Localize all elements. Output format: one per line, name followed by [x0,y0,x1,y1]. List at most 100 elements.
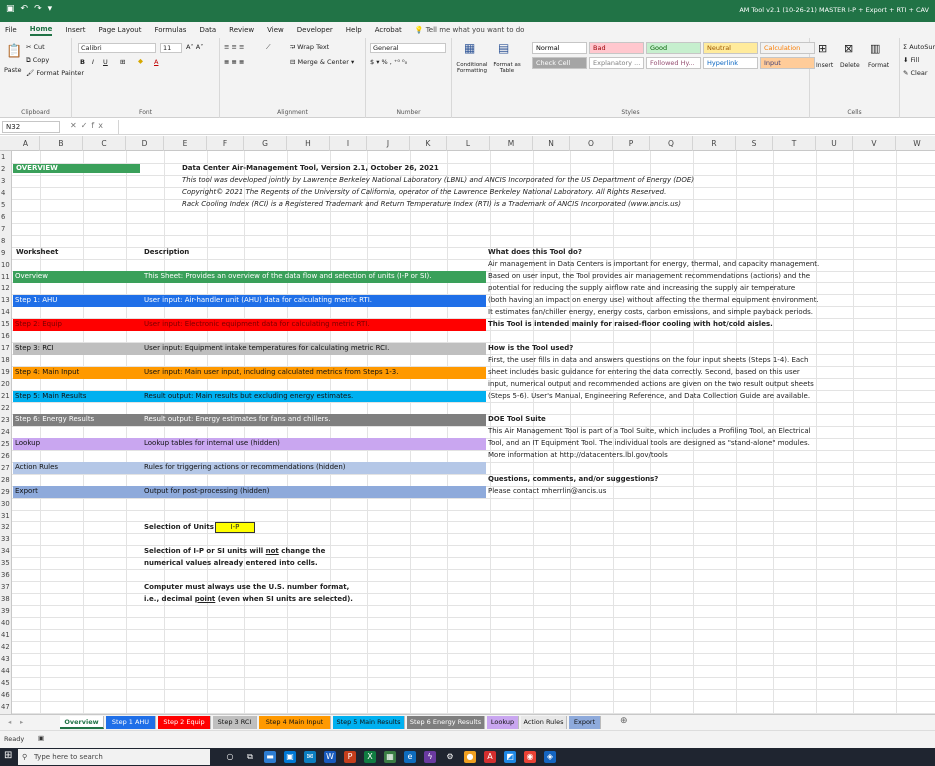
row-header-15[interactable]: 15 [0,320,12,332]
ribbon-tab-developer[interactable]: Developer [297,26,333,34]
row-header-5[interactable]: 5 [0,201,12,213]
cell-style-good[interactable]: Good [646,42,701,54]
insert-button[interactable]: Insert [816,62,833,69]
row-header-3[interactable]: 3 [0,177,12,189]
column-header-h[interactable]: H [287,136,330,151]
sheet-tab-step-2-equip[interactable]: Step 2 Equip [158,716,211,729]
fill-color-icon[interactable]: ◆ [138,57,143,65]
ribbon-tab-page-layout[interactable]: Page Layout [99,26,142,34]
scroll-tabs-right-icon[interactable]: ▸ [20,718,23,726]
grow-font-icon[interactable]: A˄ A˅ [186,43,203,51]
column-header-i[interactable]: I [330,136,367,151]
scroll-tabs-left-icon[interactable]: ◂ [8,718,11,726]
borders-icon[interactable]: ⊞ [120,58,125,66]
cell-style-followed-hy[interactable]: Followed Hy... [646,57,701,69]
chrome-icon[interactable]: ◉ [524,751,536,763]
row-header-23[interactable]: 23 [0,416,12,428]
mail-icon[interactable]: ✉ [304,751,316,763]
row-header-32[interactable]: 32 [0,523,12,535]
row-header-40[interactable]: 40 [0,619,12,631]
paste-button[interactable]: Paste [4,66,22,74]
name-box[interactable]: N32 [2,121,60,133]
customize-qat-icon[interactable]: ▾ [48,4,53,14]
column-header-t[interactable]: T [773,136,816,151]
ribbon-tab-formulas[interactable]: Formulas [154,26,186,34]
row-header-29[interactable]: 29 [0,488,12,500]
word-icon[interactable]: W [324,751,336,763]
column-header-n[interactable]: N [533,136,570,151]
row-header-39[interactable]: 39 [0,607,12,619]
column-header-b[interactable]: B [40,136,83,151]
column-header-o[interactable]: O [570,136,613,151]
font-name-select[interactable]: Calibri [78,43,156,53]
row-header-18[interactable]: 18 [0,356,12,368]
column-header-a[interactable]: A [12,136,40,151]
sheet-tab-step-5-main-results[interactable]: Step 5 Main Results [333,716,405,729]
row-header-21[interactable]: 21 [0,392,12,404]
paste-icon[interactable]: 📋 [6,44,22,59]
row-header-6[interactable]: 6 [0,213,12,225]
sheet-tab-lookup[interactable]: Lookup [487,716,519,729]
row-header-28[interactable]: 28 [0,476,12,488]
column-header-f[interactable]: F [207,136,244,151]
sheet-tab-step-3-rci[interactable]: Step 3 RCI [213,716,257,729]
merge-center-button[interactable]: ⊟ Merge & Center ▾ [290,58,354,66]
column-header-m[interactable]: M [490,136,533,151]
row-header-26[interactable]: 26 [0,452,12,464]
row-header-33[interactable]: 33 [0,535,12,547]
row-header-43[interactable]: 43 [0,655,12,667]
ribbon-tab-home[interactable]: Home [29,25,53,36]
row-header-2[interactable]: 2 [0,165,12,177]
powerpoint-icon[interactable]: P [344,751,356,763]
row-header-34[interactable]: 34 [0,547,12,559]
cortana-icon[interactable]: ○ [224,751,236,763]
enter-icon[interactable]: ✓ [81,121,92,130]
column-header-k[interactable]: K [410,136,447,151]
ribbon-tab-file[interactable]: File [5,26,17,34]
orientation-icon[interactable]: ⟋ [266,43,271,52]
row-header-19[interactable]: 19 [0,368,12,380]
row-header-45[interactable]: 45 [0,679,12,691]
column-header-s[interactable]: S [736,136,773,151]
conditional-formatting-icon[interactable]: ▦ [464,41,475,55]
excel-icon[interactable]: X [364,751,376,763]
align-left-icon[interactable]: ≣ ≣ ≣ [224,58,244,66]
undo-icon[interactable]: ↶ [21,4,29,14]
conditional-formatting-button[interactable]: Conditional Formatting [454,62,490,74]
column-header-d[interactable]: D [126,136,164,151]
number-format-select[interactable]: General [370,43,446,53]
italic-button[interactable]: I [92,58,94,66]
row-header-16[interactable]: 16 [0,332,12,344]
row-header-7[interactable]: 7 [0,225,12,237]
row-header-30[interactable]: 30 [0,500,12,512]
app-icon-orange[interactable]: ● [464,751,476,763]
row-header-14[interactable]: 14 [0,308,12,320]
ribbon-tab-view[interactable]: View [267,26,284,34]
tell-me-box[interactable]: 💡 Tell me what you want to do [415,26,525,34]
format-as-table-button[interactable]: Format as Table [490,62,524,74]
autosum-button[interactable]: Σ AutoSum [903,43,935,51]
row-header-47[interactable]: 47 [0,703,12,714]
accounting-format-icon[interactable]: $ ▾ % , ⁺⁰ ⁰₀ [370,58,407,66]
wrap-text-button[interactable]: ⮒ Wrap Text [290,43,329,54]
font-size-select[interactable]: 11 [160,43,182,53]
new-sheet-icon[interactable]: ⊕ [620,716,628,726]
cell-style-normal[interactable]: Normal [532,42,587,54]
row-header-35[interactable]: 35 [0,559,12,571]
copy-button[interactable]: ⧉ Copy [26,56,49,65]
cut-button[interactable]: ✂ Cut [26,43,45,51]
ribbon-tab-data[interactable]: Data [199,26,216,34]
cell-style-hyperlink[interactable]: Hyperlink [703,57,758,69]
insert-cells-icon[interactable]: ⊞ [818,42,827,55]
acrobat-icon[interactable]: A [484,751,496,763]
fx-icon[interactable]: fx [91,121,107,130]
delete-cells-icon[interactable]: ⊠ [844,42,853,55]
column-header-v[interactable]: V [853,136,896,151]
column-header-r[interactable]: R [693,136,736,151]
row-header-25[interactable]: 25 [0,440,12,452]
sheet-tab-action-rules[interactable]: Action Rules [521,716,567,729]
format-cells-icon[interactable]: ▥ [870,42,880,55]
cell-style-calculation[interactable]: Calculation [760,42,815,54]
sheet-tab-step-1-ahu[interactable]: Step 1 AHU [106,716,156,729]
save-icon[interactable]: ▣ [6,4,15,14]
